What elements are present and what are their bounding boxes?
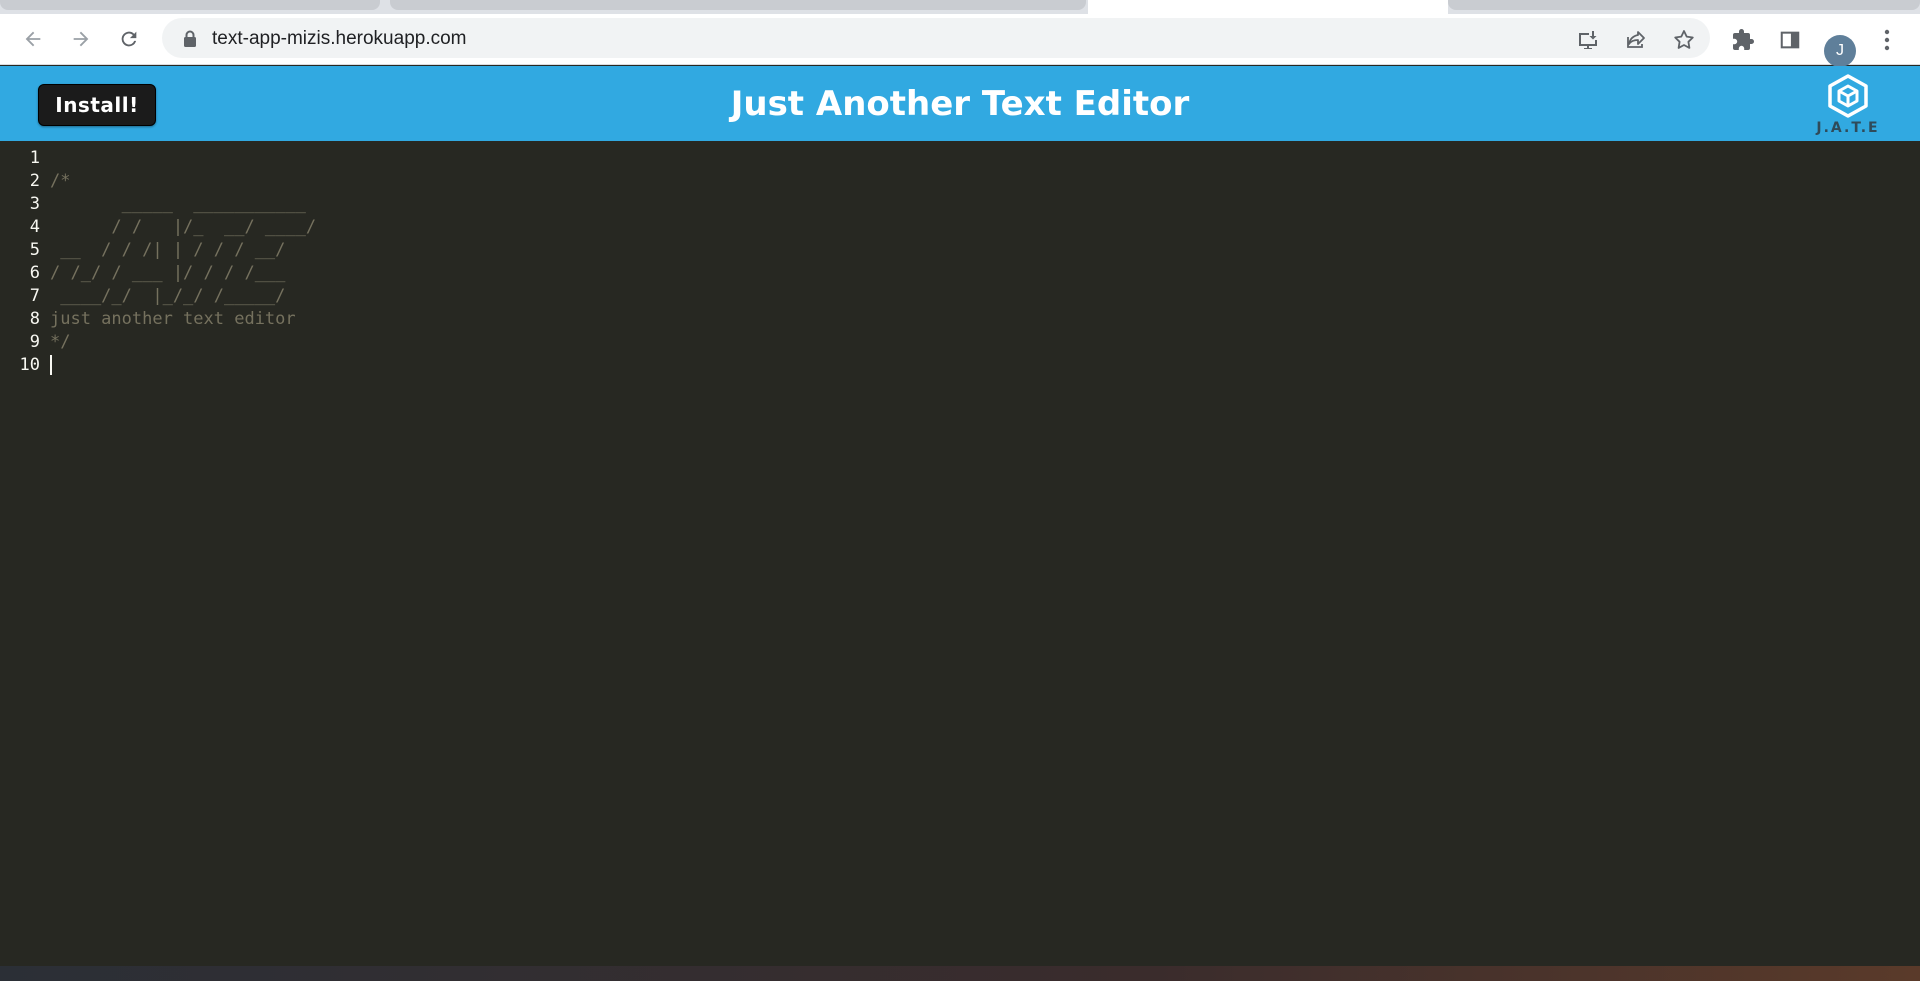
- line-number: 3: [29, 194, 40, 214]
- back-button[interactable]: [18, 24, 48, 54]
- app-header: Just Another Text Editor Install! J.A.T.…: [0, 66, 1920, 141]
- side-panel-icon: [1780, 31, 1800, 49]
- tab-inactive[interactable]: [0, 0, 380, 10]
- browser-menu-button[interactable]: [1874, 27, 1900, 53]
- code-content[interactable]: /* _____ ___________ / / |/_ __/ ____/ _…: [50, 147, 316, 377]
- code-line[interactable]: [50, 354, 316, 377]
- app-title: Just Another Text Editor: [730, 83, 1190, 124]
- code-line[interactable]: __ / / /| | / / / __/: [50, 239, 316, 262]
- kebab-menu-icon: [1884, 29, 1890, 51]
- cube-logo-icon: [1828, 74, 1868, 118]
- tab-active[interactable]: [1088, 0, 1448, 14]
- code-line[interactable]: / /_/ / ___ |/ / / /___: [50, 262, 316, 285]
- url-text: text-app-mizis.herokuapp.com: [212, 28, 467, 49]
- line-number: 2: [29, 171, 40, 191]
- os-taskbar: [0, 966, 1920, 981]
- extensions-button[interactable]: [1730, 27, 1756, 53]
- line-number: 10: [19, 355, 40, 375]
- side-panel-button[interactable]: [1777, 27, 1803, 53]
- code-line[interactable]: [50, 147, 316, 170]
- code-line[interactable]: /*: [50, 170, 316, 193]
- line-number: 7: [29, 286, 40, 306]
- tab-strip: [0, 0, 1920, 14]
- bookmark-button[interactable]: [1672, 28, 1696, 52]
- text-cursor: [50, 355, 52, 375]
- browser-toolbar: text-app-mizis.herokuapp.com J: [0, 14, 1920, 67]
- tab-inactive[interactable]: [1448, 0, 1920, 10]
- install-app-button[interactable]: [1576, 28, 1600, 52]
- tab-inactive[interactable]: [390, 0, 1086, 10]
- reload-icon: [121, 31, 137, 47]
- line-number-gutter: 1 2 3 4 5 6 7 8 9 10: [0, 147, 44, 377]
- code-line[interactable]: ____/_/ |_/_/ /_____/: [50, 285, 316, 308]
- code-line[interactable]: / / |/_ __/ ____/: [50, 216, 316, 239]
- address-bar[interactable]: text-app-mizis.herokuapp.com: [162, 18, 1710, 58]
- share-icon: [1627, 31, 1645, 48]
- code-editor[interactable]: 1 2 3 4 5 6 7 8 9 10 /* _____ ___________ / / |/_…: [0, 141, 1920, 966]
- install-button[interactable]: Install!: [38, 84, 156, 126]
- star-icon: [1674, 30, 1694, 49]
- line-number: 8: [29, 309, 40, 329]
- puzzle-icon: [1733, 29, 1754, 50]
- app-logo: J.A.T.E: [1816, 72, 1880, 138]
- line-number: 4: [29, 217, 40, 237]
- reload-button[interactable]: [114, 24, 144, 54]
- code-line[interactable]: just another text editor: [50, 308, 316, 331]
- arrow-left-icon: [25, 31, 41, 47]
- forward-button[interactable]: [66, 24, 96, 54]
- line-number: 6: [29, 263, 40, 283]
- code-line[interactable]: _____ ___________: [50, 193, 316, 216]
- line-number: 1: [29, 148, 40, 168]
- profile-avatar[interactable]: J: [1824, 35, 1856, 67]
- logo-text: J.A.T.E: [1816, 120, 1880, 136]
- arrow-right-icon: [73, 31, 89, 47]
- line-number: 5: [29, 240, 40, 260]
- line-number: 9: [29, 332, 40, 352]
- install-app-icon: [1579, 31, 1597, 49]
- code-line[interactable]: */: [50, 331, 316, 354]
- lock-icon: [184, 30, 196, 47]
- share-button[interactable]: [1624, 28, 1648, 52]
